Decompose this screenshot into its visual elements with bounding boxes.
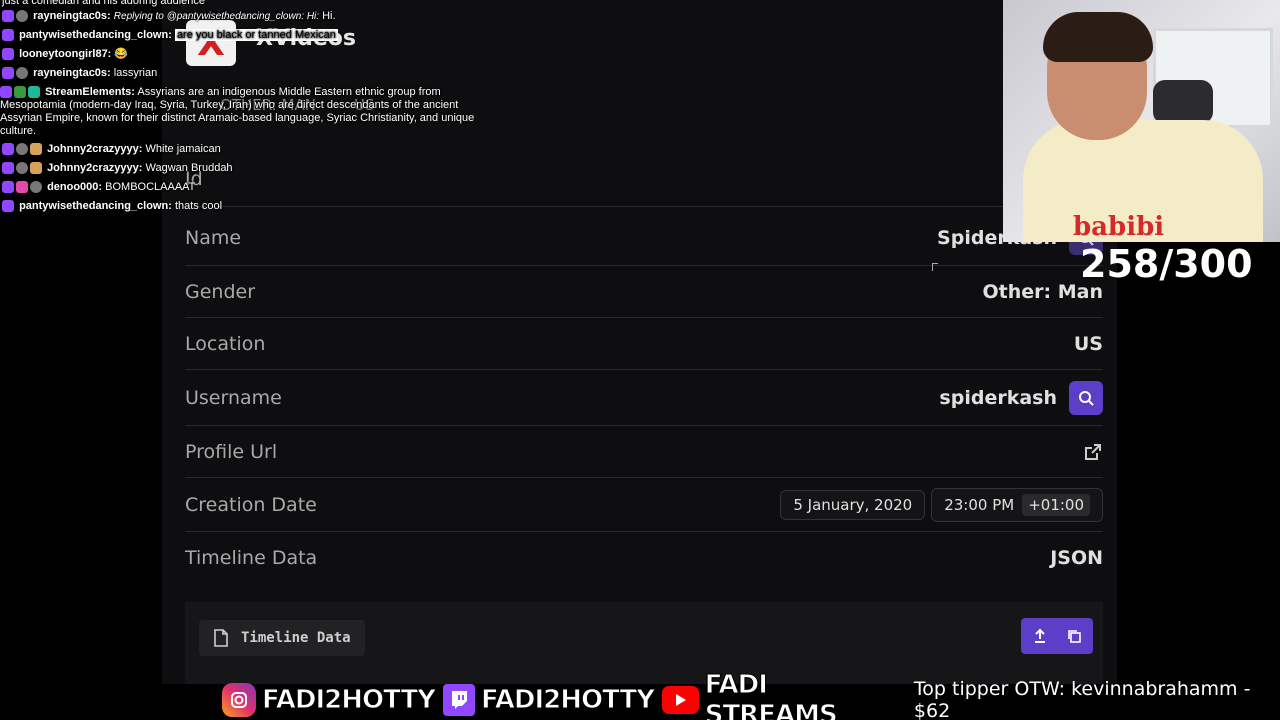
youtube-handle: FADI STREAMS	[662, 670, 900, 720]
avatar-badge-icon	[30, 181, 42, 194]
bot-badge-icon	[28, 86, 40, 99]
twitch-badge-icon	[0, 86, 12, 99]
chat-text: White jamaican	[145, 143, 221, 155]
twitch-badge-icon	[2, 29, 14, 42]
moderator-badge-icon	[14, 86, 26, 99]
webcam-chair	[1153, 80, 1213, 124]
chat-text: are you black or tanned Mexican	[174, 29, 338, 41]
chat-username: denoo000:	[47, 181, 103, 193]
chat-text: BOMBOCLAAAAT	[105, 181, 196, 193]
top-tipper-ticker: Top tipper OTW: kevinnabrahamm - $62	[913, 678, 1251, 720]
chat-message: denoo000: BOMBOCLAAAAT	[2, 181, 195, 194]
name-label: Name	[185, 226, 242, 249]
chat-message: pantywisethedancing_clown: are you black…	[2, 29, 338, 42]
chat-username: rayneingtac0s:	[33, 10, 111, 22]
creation-date-label: Creation Date	[185, 493, 317, 516]
timeline-label: Timeline Data	[185, 547, 318, 569]
twitch-handle: FADI2HOTTY	[443, 684, 656, 716]
chat-overlay: just a comedian and his adoring audience…	[0, 0, 490, 216]
creation-date-pill: 5 January, 2020	[780, 489, 926, 520]
chat-username: Johnny2crazyyyy:	[47, 162, 143, 174]
timeline-tab-label: Timeline Data	[241, 630, 351, 646]
creation-timezone: +01:00	[1022, 493, 1090, 516]
chat-text: Wagwan Bruddah	[145, 162, 233, 174]
webcam-shirt-text: babibi	[1073, 212, 1165, 242]
name-row: Name Spiderkash	[185, 210, 1103, 266]
chat-text: Hi.	[322, 10, 336, 22]
chat-username: pantywisethedancing_clown:	[19, 29, 172, 41]
copy-icon	[1068, 630, 1081, 643]
chat-username: looneytoongirl87:	[19, 48, 112, 60]
copy-button[interactable]	[1059, 621, 1089, 651]
timeline-actions	[1021, 618, 1093, 654]
location-value: US	[1073, 332, 1103, 355]
file-icon	[214, 629, 228, 647]
search-icon	[1079, 390, 1094, 406]
chat-username: Johnny2crazyyyy:	[47, 143, 143, 155]
timeline-data-box: Timeline Data	[185, 602, 1103, 684]
timeline-data-tab[interactable]: Timeline Data	[199, 620, 365, 656]
avatar-badge-icon	[16, 143, 28, 156]
timeline-format: JSON	[1050, 547, 1103, 569]
chat-message: Johnny2crazyyyy: Wagwan Bruddah	[2, 162, 233, 175]
username-search-button[interactable]	[1069, 380, 1103, 415]
heart-badge-icon	[16, 181, 28, 194]
instagram-icon	[222, 683, 256, 717]
gift-badge-icon	[30, 143, 42, 156]
chat-message: pantywisethedancing_clown: thats cool	[2, 200, 222, 213]
twitch-icon	[443, 684, 476, 716]
chat-message: Johnny2crazyyyy: White jamaican	[2, 143, 221, 156]
external-link-icon[interactable]	[1083, 442, 1103, 462]
chat-text: lassyrian	[113, 67, 158, 79]
creation-time: 23:00 PM	[944, 495, 1015, 514]
profile-url-label: Profile Url	[185, 440, 278, 463]
chat-message: looneytoongirl87: 😂	[2, 48, 128, 61]
timeline-row: Timeline Data JSON	[185, 532, 1103, 584]
twitch-badge-icon	[2, 48, 14, 61]
chat-username: pantywisethedancing_clown:	[19, 200, 172, 212]
username-value: spiderkash	[939, 386, 1057, 409]
twitch-badge-icon	[2, 200, 14, 213]
avatar-badge-icon	[16, 67, 28, 80]
location-row: Location US	[185, 318, 1103, 370]
upload-button[interactable]	[1025, 621, 1055, 651]
chat-text: thats cool	[174, 200, 223, 212]
creation-date-row: Creation Date 5 January, 2020 23:00 PM +…	[185, 478, 1103, 532]
location-label: Location	[185, 332, 266, 355]
instagram-handle: FADI2HOTTY	[222, 683, 437, 717]
mouse-cursor	[932, 263, 938, 271]
chat-text: 😂	[114, 48, 129, 60]
chat-message: rayneingtac0s: Replying to @pantywisethe…	[2, 10, 336, 23]
creation-time-pill: 23:00 PM +01:00	[931, 487, 1103, 522]
stream-frame: X XVideos OTHER: MAN US Id 3956 Name Spi…	[0, 0, 1280, 720]
avatar-badge-icon	[16, 10, 28, 23]
chat-message: rayneingtac0s: lassyrian	[2, 67, 157, 80]
twitch-badge-icon	[2, 10, 14, 23]
twitch-badge-icon	[2, 162, 14, 175]
gift-badge-icon	[30, 162, 42, 175]
social-banner: FADI2HOTTY FADI2HOTTY FADI STREAMS Top t…	[0, 670, 1280, 720]
chat-username: StreamElements:	[45, 86, 135, 98]
chat-header: just a comedian and his adoring audience	[2, 0, 206, 7]
twitch-badge-icon	[2, 143, 14, 156]
username-label: Username	[185, 386, 282, 409]
twitch-badge-icon	[2, 67, 14, 80]
youtube-icon	[662, 686, 699, 714]
instagram-handle-text: FADI2HOTTY	[261, 685, 436, 716]
chat-username: rayneingtac0s:	[33, 67, 111, 79]
twitch-badge-icon	[2, 181, 14, 194]
profile-url-row: Profile Url	[185, 426, 1103, 478]
goal-counter: 258/300	[1080, 242, 1253, 286]
twitch-handle-text: FADI2HOTTY	[481, 685, 656, 716]
gender-label: Gender	[185, 280, 256, 303]
gender-row: Gender Other: Man	[185, 266, 1103, 318]
avatar-badge-icon	[16, 162, 28, 175]
webcam-feed: babibi	[1003, 0, 1280, 242]
webcam-hair	[1043, 12, 1153, 62]
username-row: Username spiderkash	[185, 370, 1103, 426]
youtube-handle-text: FADI STREAMS	[704, 670, 838, 720]
chat-message: StreamElements: Assyrians are an indigen…	[0, 86, 485, 138]
chat-reply-context: Replying to @pantywisethedancing_clown: …	[113, 11, 320, 22]
upload-icon	[1035, 628, 1045, 643]
